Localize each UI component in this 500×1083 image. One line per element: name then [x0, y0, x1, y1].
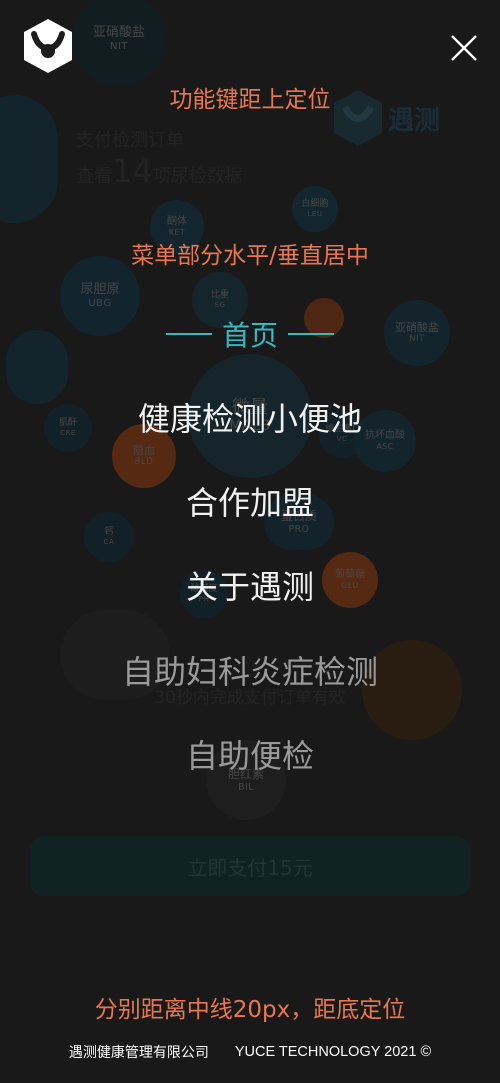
close-button[interactable]: [446, 30, 482, 66]
menu-home-label: 首页: [221, 319, 278, 352]
title-right-line: [288, 333, 334, 335]
menu-item-health-check-urinal[interactable]: 健康检测小便池: [0, 394, 500, 440]
menu-item-gynecology-check[interactable]: 自助妇科炎症检测: [0, 647, 500, 693]
brand-logo-icon: [24, 19, 72, 73]
annotation-top: 功能键距上定位: [169, 87, 331, 113]
footer-copyright: YUCE TECHNOLOGY 2021 ©: [234, 1044, 432, 1060]
menu-overlay: [0, 0, 500, 1083]
menu-item-franchise[interactable]: 合作加盟: [0, 478, 500, 524]
menu-item-stool-check[interactable]: 自助便检: [0, 731, 500, 777]
menu-home-title[interactable]: 首页: [0, 314, 500, 354]
annotation-bottom: 分别距离中线20px，距底定位: [94, 997, 406, 1023]
menu-item-about[interactable]: 关于遇测: [0, 562, 500, 608]
annotation-center: 菜单部分水平/垂直居中: [131, 243, 369, 269]
footer: 遇测健康管理有限公司 YUCE TECHNOLOGY 2021 ©: [0, 1040, 500, 1064]
brand-logo[interactable]: [22, 18, 74, 74]
footer-company: 遇测健康管理有限公司: [68, 1045, 209, 1061]
title-left-line: [165, 333, 212, 335]
close-icon: [451, 35, 477, 61]
